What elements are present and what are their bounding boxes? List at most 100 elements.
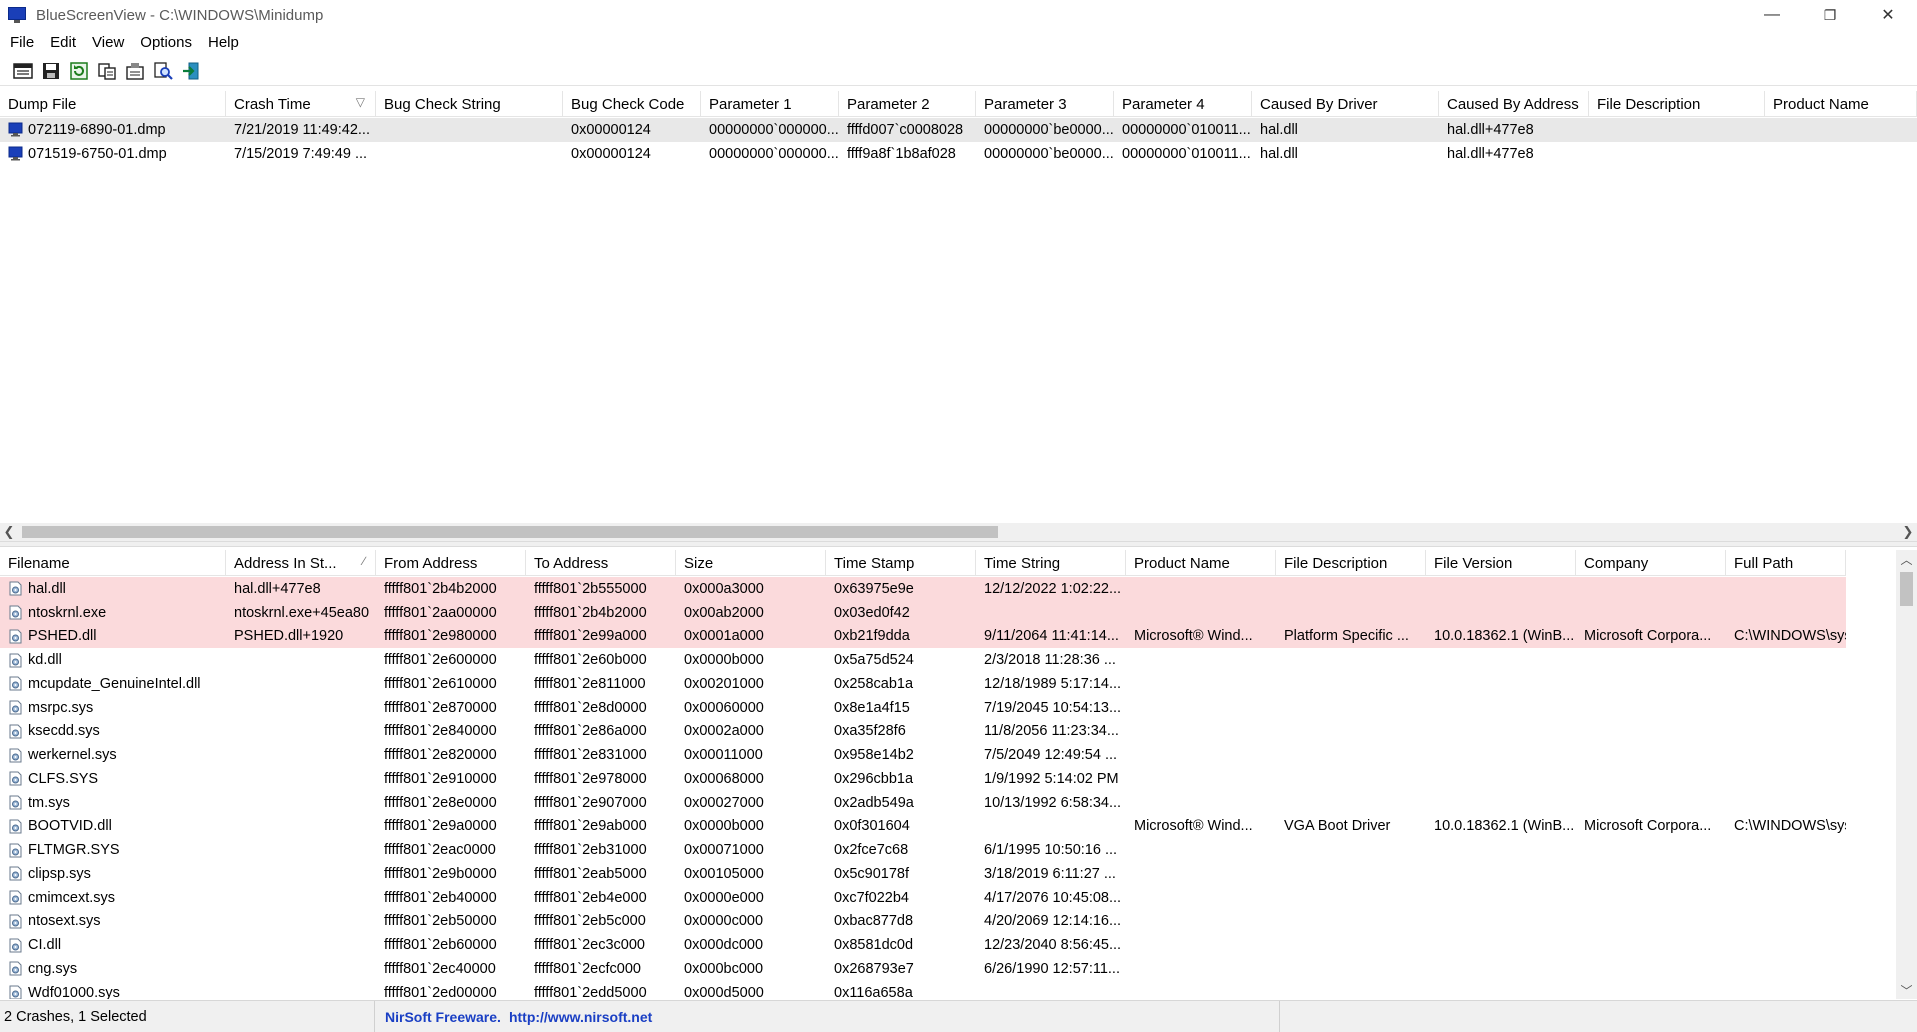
scroll-left-icon[interactable]: ❮ <box>0 523 18 541</box>
column-header-bug-check-string[interactable]: Bug Check String <box>376 91 563 117</box>
column-header-crash-time[interactable]: Crash Time ▽ <box>226 91 376 117</box>
column-header-label: Time String <box>984 554 1061 572</box>
table-row[interactable]: Wdf01000.sys fffff801`2ed00000 fffff801`2e… <box>0 981 1846 999</box>
cell-time-stamp: 0xbac877d8 <box>826 910 976 934</box>
table-row[interactable]: CLFS.SYS fffff801`2e910000 fffff801`2e9780… <box>0 767 1846 791</box>
cell-text: 0x00060000 <box>684 699 764 716</box>
scrollbar-thumb[interactable] <box>1900 572 1913 606</box>
column-header-file-description[interactable]: File Description <box>1276 550 1426 576</box>
column-header-parameter-2[interactable]: Parameter 2 <box>839 91 976 117</box>
column-header-dump-file[interactable]: Dump File <box>0 91 226 117</box>
cell-text: ffffd007`c0008028 <box>847 121 964 138</box>
column-header-caused-by-address[interactable]: Caused By Address <box>1439 91 1589 117</box>
cell-address-in-st: hal.dll+477e8 <box>226 577 376 601</box>
cell-file-description <box>1589 118 1765 142</box>
driver-list-rows: hal.dll hal.dll+477e8 fffff801`2b4b2000 fff… <box>0 577 1846 999</box>
properties-button[interactable] <box>122 58 148 84</box>
table-row[interactable]: ksecdd.sys fffff801`2e840000 fffff801`2e86… <box>0 720 1846 744</box>
cell-text: werkernel.sys <box>28 747 117 764</box>
cell-filename: FLTMGR.SYS <box>0 838 226 862</box>
scroll-right-icon[interactable]: ❯ <box>1899 523 1917 541</box>
minimize-button[interactable]: — <box>1743 0 1801 30</box>
column-header-caused-by-driver[interactable]: Caused By Driver <box>1252 91 1439 117</box>
column-header-size[interactable]: Size <box>676 550 826 576</box>
exit-button[interactable] <box>178 58 204 84</box>
scroll-up-icon[interactable]: ︿ <box>1896 550 1917 568</box>
find-button[interactable] <box>150 58 176 84</box>
menu-view[interactable]: View <box>86 34 130 51</box>
table-row[interactable]: 072119-6890-01.dmp 7/21/2019 11:49:42... 0… <box>0 118 1917 142</box>
cell-text: fffff801`2e9a0000 <box>384 818 497 835</box>
cell-text: 0x296cbb1a <box>834 770 914 787</box>
cell-file-description: Platform Specific ... <box>1276 625 1426 649</box>
scrollbar-thumb[interactable] <box>22 526 998 538</box>
pane-splitter[interactable] <box>0 541 1917 547</box>
close-button[interactable]: ✕ <box>1859 0 1917 30</box>
scroll-down-icon[interactable]: ﹀ <box>1896 981 1917 999</box>
column-header-to-address[interactable]: To Address <box>526 550 676 576</box>
table-row[interactable]: BOOTVID.dll fffff801`2e9a0000 fffff801`2e9… <box>0 815 1846 839</box>
menu-edit[interactable]: Edit <box>44 34 82 51</box>
cell-text: hal.dll+477e8 <box>1447 121 1534 138</box>
column-header-full-path[interactable]: Full Path <box>1726 550 1846 576</box>
column-header-parameter-4[interactable]: Parameter 4 <box>1114 91 1252 117</box>
table-row[interactable]: cng.sys fffff801`2ec40000 fffff801`2ecfc00… <box>0 957 1846 981</box>
cell-size: 0x00ab2000 <box>676 601 826 625</box>
table-row[interactable]: FLTMGR.SYS fffff801`2eac0000 fffff801`2eb3… <box>0 838 1846 862</box>
cell-address-in-st <box>226 696 376 720</box>
nirsoft-link[interactable]: NirSoft Freeware. http://www.nirsoft.net <box>375 1001 1280 1032</box>
cell-dump-file: 072119-6890-01.dmp <box>0 118 226 142</box>
advanced-options-button[interactable] <box>10 58 36 84</box>
copy-button[interactable] <box>94 58 120 84</box>
column-header-company[interactable]: Company <box>1576 550 1726 576</box>
cell-bug-check-string <box>376 142 563 166</box>
cell-text: 00000000`000000... <box>709 145 839 162</box>
table-row[interactable]: kd.dll fffff801`2e600000 fffff801`2e60b000… <box>0 648 1846 672</box>
column-header-address-in-st[interactable]: Address In St... ∕ <box>226 550 376 576</box>
cell-product-name <box>1126 791 1276 815</box>
save-button[interactable] <box>38 58 64 84</box>
driver-list-vertical-scrollbar[interactable]: ︿ ﹀ <box>1896 550 1917 999</box>
table-row[interactable]: cmimcext.sys fffff801`2eb40000 fffff801`2e… <box>0 886 1846 910</box>
column-header-parameter-3[interactable]: Parameter 3 <box>976 91 1114 117</box>
table-row[interactable]: werkernel.sys fffff801`2e820000 fffff801`2… <box>0 743 1846 767</box>
cell-text: VGA Boot Driver <box>1284 818 1391 835</box>
table-row[interactable]: clipsp.sys fffff801`2e9b0000 fffff801`2eab… <box>0 862 1846 886</box>
cell-from-address: fffff801`2aa00000 <box>376 601 526 625</box>
cell-filename: cng.sys <box>0 957 226 981</box>
column-header-product-name[interactable]: Product Name <box>1126 550 1276 576</box>
refresh-button[interactable] <box>66 58 92 84</box>
column-header-filename[interactable]: Filename <box>0 550 226 576</box>
table-row[interactable]: ntosext.sys fffff801`2eb50000 fffff801`2eb… <box>0 910 1846 934</box>
table-row[interactable]: ntoskrnl.exe ntoskrnl.exe+45ea80 fffff801`… <box>0 600 1846 625</box>
cell-full-path <box>1726 838 1846 862</box>
table-row[interactable]: tm.sys fffff801`2e8e0000 fffff801`2e907000… <box>0 791 1846 815</box>
column-header-file-version[interactable]: File Version <box>1426 550 1576 576</box>
vendor-url[interactable]: http://www.nirsoft.net <box>509 1009 652 1025</box>
driver-file-icon <box>9 724 22 739</box>
restore-button[interactable]: ❐ <box>1801 0 1859 30</box>
menu-file[interactable]: File <box>4 34 40 51</box>
cell-company <box>1576 577 1726 601</box>
menu-options[interactable]: Options <box>134 34 198 51</box>
table-row[interactable]: 071519-6750-01.dmp 7/15/2019 7:49:49 ... 0… <box>0 142 1917 166</box>
menu-help[interactable]: Help <box>202 34 245 51</box>
cell-text: fffff801`2eb60000 <box>384 937 497 954</box>
table-row[interactable]: hal.dll hal.dll+477e8 fffff801`2b4b2000 fff… <box>0 577 1846 601</box>
column-header-from-address[interactable]: From Address <box>376 550 526 576</box>
table-row[interactable]: PSHED.dll PSHED.dll+1920 fffff801`2e980000… <box>0 624 1846 649</box>
column-header-time-string[interactable]: Time String <box>976 550 1126 576</box>
column-header-product-name[interactable]: Product Name <box>1765 91 1917 117</box>
column-header-parameter-1[interactable]: Parameter 1 <box>701 91 839 117</box>
column-header-bug-check-code[interactable]: Bug Check Code <box>563 91 701 117</box>
column-header-label: Company <box>1584 554 1649 572</box>
cell-text: clipsp.sys <box>28 865 91 882</box>
column-header-file-description[interactable]: File Description <box>1589 91 1765 117</box>
table-row[interactable]: msrpc.sys fffff801`2e870000 fffff801`2e8d0… <box>0 696 1846 720</box>
cell-full-path <box>1726 767 1846 791</box>
crash-list-horizontal-scrollbar[interactable]: ❮ ❯ <box>0 523 1917 541</box>
column-header-label: Parameter 3 <box>984 95 1067 113</box>
table-row[interactable]: mcupdate_GenuineIntel.dll fffff801`2e6100… <box>0 672 1846 696</box>
column-header-time-stamp[interactable]: Time Stamp <box>826 550 976 576</box>
table-row[interactable]: CI.dll fffff801`2eb60000 fffff801`2ec3c000… <box>0 933 1846 957</box>
